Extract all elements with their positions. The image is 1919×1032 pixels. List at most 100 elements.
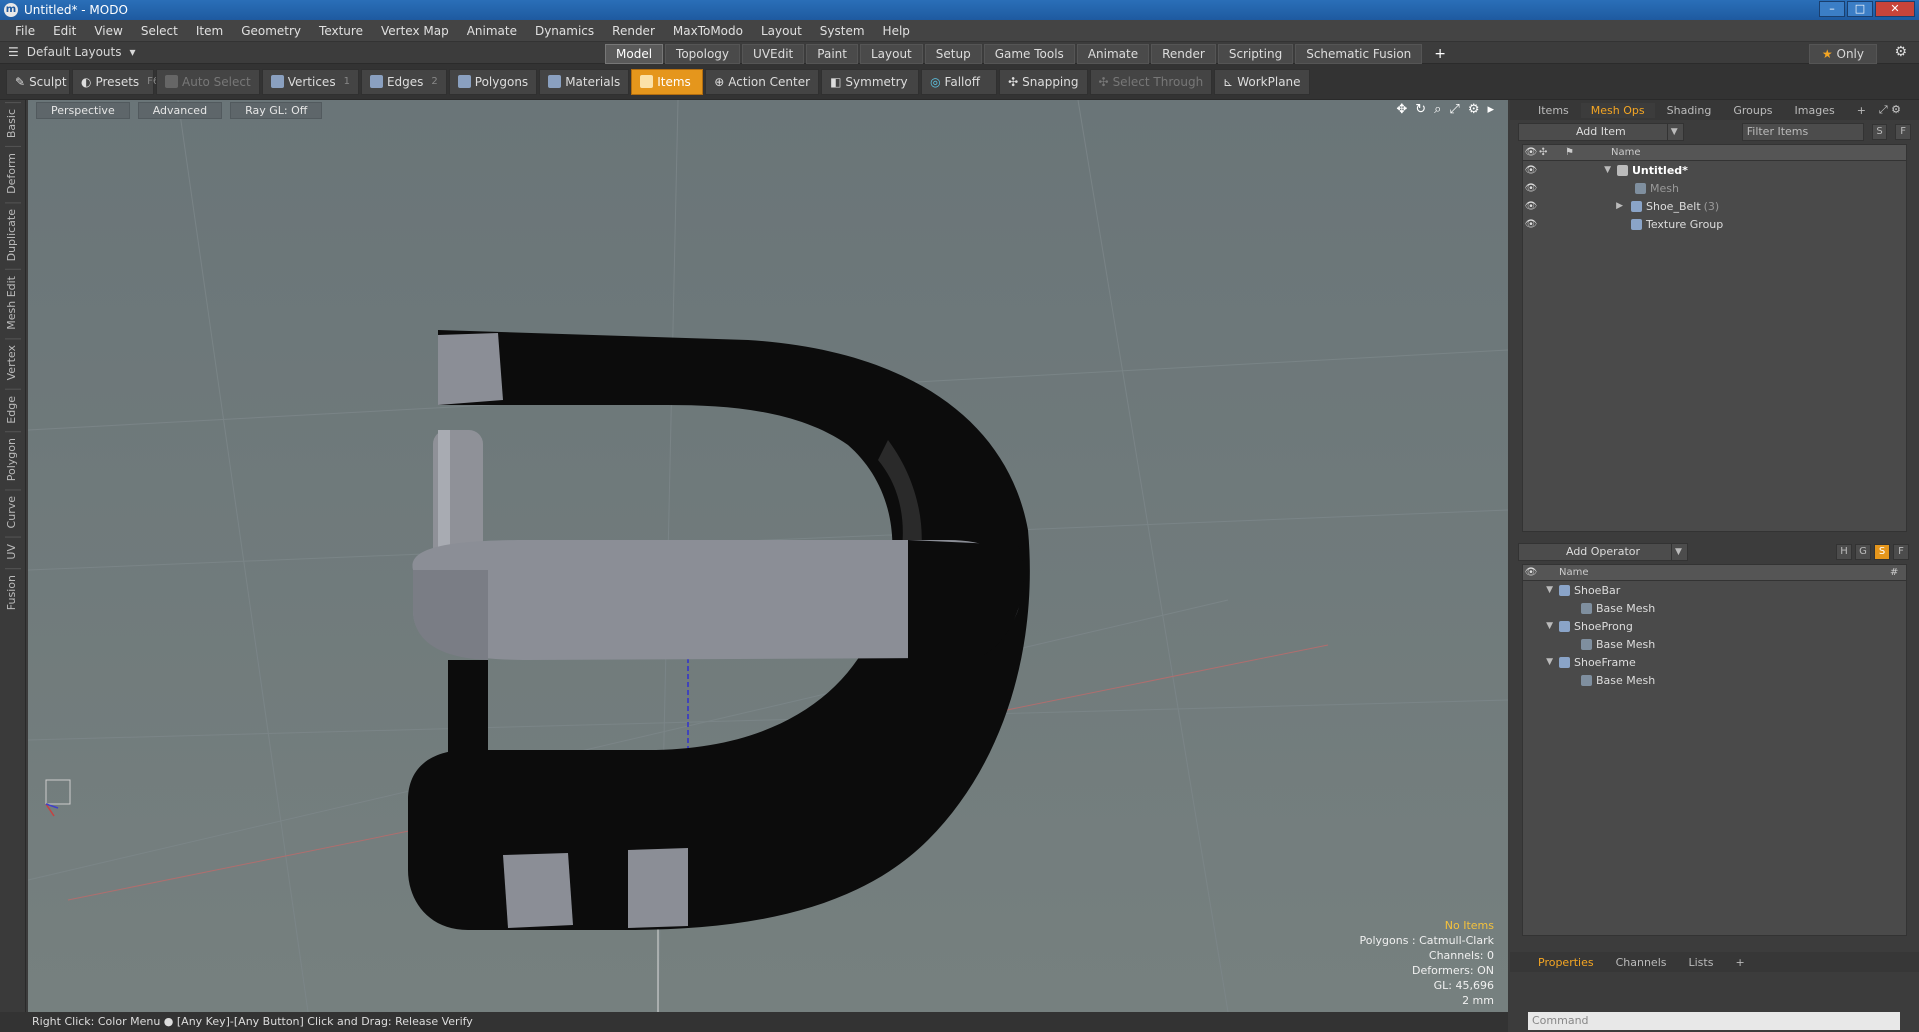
menu-help[interactable]: Help [874, 24, 919, 38]
g-button[interactable]: G [1855, 544, 1871, 560]
operator-row-base-mesh[interactable]: Base Mesh [1523, 599, 1906, 617]
h-button[interactable]: H [1836, 544, 1852, 560]
tab-deform[interactable]: Deform [4, 146, 21, 201]
tab-polygon[interactable]: Polygon [4, 431, 21, 488]
menu-render[interactable]: Render [603, 24, 664, 38]
tab-scripting[interactable]: Scripting [1217, 44, 1294, 64]
fit-view-icon[interactable]: ⤢ [1449, 102, 1459, 117]
select-through-button[interactable]: ✣ Select Through [1089, 68, 1213, 95]
eye-icon[interactable]: 👁 [1523, 201, 1539, 212]
tab-mesh-ops[interactable]: Mesh Ops [1580, 102, 1655, 118]
falloff-button[interactable]: ◎ Falloff [921, 68, 998, 95]
viewport-settings-icon[interactable]: ⚙ [1468, 102, 1480, 117]
3d-viewport[interactable]: Perspective Advanced Ray GL: Off ✥ ↻ ⌕ ⤢… [28, 100, 1508, 1012]
workplane-button[interactable]: ⊾ WorkPlane [1214, 68, 1310, 95]
chevron-down-icon[interactable]: ▼ [1539, 165, 1611, 175]
s-button[interactable]: S [1871, 124, 1888, 140]
operator-row-base-mesh[interactable]: Base Mesh [1523, 635, 1906, 653]
menu-item[interactable]: Item [187, 24, 232, 38]
expand-icon[interactable]: ▸ [1487, 102, 1494, 117]
tab-curve[interactable]: Curve [4, 489, 21, 535]
layout-selector[interactable]: ☰ Default Layouts ▾ [8, 45, 136, 59]
menu-view[interactable]: View [85, 24, 131, 38]
panel-settings-icon[interactable]: ⤢ ⚙ [1869, 102, 1911, 118]
move-view-icon[interactable]: ✥ [1396, 102, 1407, 117]
tab-basic[interactable]: Basic [4, 102, 21, 145]
add-tab-icon[interactable]: + [1725, 955, 1754, 970]
operator-row-base-mesh[interactable]: Base Mesh [1523, 671, 1906, 689]
f-op-button[interactable]: F [1893, 544, 1909, 560]
tab-paint[interactable]: Paint [806, 44, 858, 64]
view-mode-button[interactable]: Perspective [36, 101, 130, 119]
menu-animate[interactable]: Animate [458, 24, 526, 38]
action-center-button[interactable]: ⊕ Action Center [705, 68, 820, 95]
add-tab-button[interactable]: + [1424, 44, 1456, 64]
chevron-down-icon[interactable]: ▼ [1523, 657, 1553, 667]
tab-animate[interactable]: Animate [1076, 44, 1150, 64]
tab-mesh-edit[interactable]: Mesh Edit [4, 269, 21, 337]
polygons-button[interactable]: Polygons [448, 68, 538, 95]
tab-layout[interactable]: Layout [859, 44, 923, 64]
gear-icon[interactable]: ⚙ [1894, 44, 1907, 60]
s-op-button[interactable]: S [1874, 544, 1890, 560]
tab-schematic-fusion[interactable]: Schematic Fusion [1295, 44, 1423, 64]
operator-row-shoebar[interactable]: ▼ ShoeBar [1523, 581, 1906, 599]
command-input[interactable]: Command [1528, 1012, 1900, 1030]
menu-select[interactable]: Select [132, 24, 187, 38]
presets-button[interactable]: ◐ Presets F6 [72, 68, 159, 95]
menu-vertex-map[interactable]: Vertex Map [372, 24, 458, 38]
menu-edit[interactable]: Edit [44, 24, 85, 38]
auto-select-button[interactable]: Auto Select [156, 68, 260, 95]
edges-button[interactable]: Edges 2 [360, 68, 447, 95]
menu-texture[interactable]: Texture [310, 24, 372, 38]
chevron-right-icon[interactable]: ▶ [1539, 201, 1623, 211]
tab-channels[interactable]: Channels [1606, 955, 1677, 970]
menu-system[interactable]: System [811, 24, 874, 38]
tree-row-shoe-belt[interactable]: 👁 ▶ Shoe_Belt (3) [1523, 197, 1906, 215]
eye-icon[interactable]: 👁 [1523, 165, 1539, 176]
menu-geometry[interactable]: Geometry [232, 24, 310, 38]
operator-row-shoeprong[interactable]: ▼ ShoeProng [1523, 617, 1906, 635]
tab-lists[interactable]: Lists [1679, 955, 1724, 970]
close-button[interactable]: ✕ [1875, 1, 1915, 17]
sculpt-button[interactable]: ✎ Sculpt [6, 68, 70, 95]
menu-layout[interactable]: Layout [752, 24, 811, 38]
symmetry-button[interactable]: ◧ Symmetry [821, 68, 920, 95]
operator-row-shoeframe[interactable]: ▼ ShoeFrame [1523, 653, 1906, 671]
tree-row-texture-group[interactable]: 👁 Texture Group [1523, 215, 1906, 233]
tab-edge[interactable]: Edge [4, 388, 21, 430]
menu-maxtomodo[interactable]: MaxToModo [664, 24, 752, 38]
add-item-button[interactable]: Add Item ▼ [1518, 123, 1684, 141]
tab-groups[interactable]: Groups [1723, 103, 1782, 118]
tree-row-untitled[interactable]: 👁 ▼ Untitled* [1523, 161, 1906, 179]
tab-game-tools[interactable]: Game Tools [983, 44, 1075, 64]
shading-mode-button[interactable]: Advanced [137, 101, 223, 119]
tab-render[interactable]: Render [1151, 44, 1216, 64]
tab-properties[interactable]: Properties [1528, 955, 1604, 970]
add-operator-button[interactable]: Add Operator ▼ [1518, 543, 1688, 561]
only-button[interactable]: ★ Only [1808, 44, 1877, 64]
items-button[interactable]: Items [631, 68, 704, 95]
tab-uvedit[interactable]: UVEdit [742, 44, 805, 64]
tab-items[interactable]: Items [1528, 103, 1579, 118]
tab-setup[interactable]: Setup [924, 44, 982, 64]
materials-button[interactable]: Materials [539, 68, 630, 95]
tab-duplicate[interactable]: Duplicate [4, 202, 21, 268]
tree-row-mesh[interactable]: 👁 Mesh [1523, 179, 1906, 197]
eye-icon[interactable]: 👁 [1523, 219, 1539, 230]
vertices-button[interactable]: Vertices 1 [261, 68, 359, 95]
tab-images[interactable]: Images [1785, 103, 1845, 118]
chevron-down-icon[interactable]: ▼ [1523, 585, 1553, 595]
menu-file[interactable]: File [6, 24, 44, 38]
zoom-view-icon[interactable]: ⌕ [1434, 102, 1441, 117]
menu-dynamics[interactable]: Dynamics [526, 24, 603, 38]
chevron-down-icon[interactable]: ▼ [1523, 621, 1553, 631]
tab-model[interactable]: Model [605, 44, 664, 64]
f-button[interactable]: F [1895, 124, 1911, 140]
maximize-button[interactable]: □ [1847, 1, 1873, 17]
minimize-button[interactable]: – [1819, 1, 1845, 17]
tab-uv[interactable]: UV [4, 536, 21, 566]
tab-topology[interactable]: Topology [665, 44, 741, 64]
snapping-button[interactable]: ✣ Snapping [999, 68, 1088, 95]
tab-shading[interactable]: Shading [1657, 103, 1722, 118]
